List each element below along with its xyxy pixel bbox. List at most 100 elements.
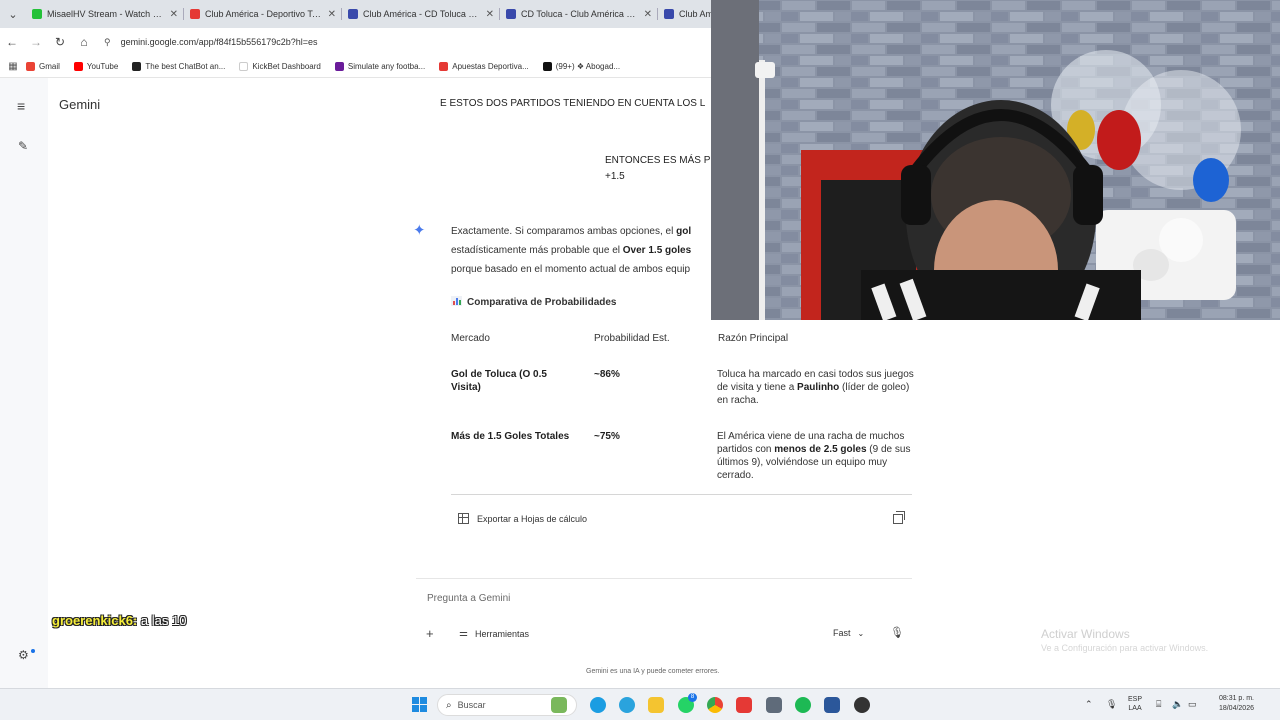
youtube-icon bbox=[73, 62, 83, 71]
webcam-image bbox=[711, 0, 1280, 320]
gemini-side-rail: ≡ ✎ ⚙ bbox=[0, 78, 48, 688]
tab-misaelhv-stream[interactable]: MisaelHV Stream - Watch Live ... ✕ bbox=[26, 0, 184, 28]
screen: ⌄ MisaelHV Stream - Watch Live ... ✕ Clu… bbox=[0, 0, 1280, 720]
file-explorer-icon[interactable] bbox=[648, 697, 664, 713]
spotify-icon[interactable] bbox=[795, 697, 811, 713]
tab-club-america-toluca[interactable]: Club América - Deportivo Tolu... ✕ bbox=[184, 0, 342, 28]
taskbar-clock[interactable]: 08:31 p. m. 18/04/2026 bbox=[1206, 694, 1254, 714]
bookmark-tiktok[interactable]: (99+) ❖ Abogad... bbox=[542, 62, 621, 71]
chrome-icon[interactable] bbox=[707, 697, 723, 713]
stream-chat-message: groerenkick6: a las 10 bbox=[52, 613, 186, 628]
tools-label: Herramientas bbox=[474, 628, 529, 639]
whatsapp-badge: 8 bbox=[688, 693, 697, 702]
calculator-icon[interactable] bbox=[766, 697, 782, 713]
settings-gear-icon[interactable]: ⚙ bbox=[18, 648, 29, 662]
forward-arrow-icon[interactable]: → bbox=[24, 35, 48, 49]
site-favicon-icon bbox=[190, 9, 200, 19]
prompt-input[interactable]: Pregunta a Gemini bbox=[427, 593, 510, 604]
user-prompt-2-line2: +1.5 bbox=[605, 171, 625, 182]
microphone-icon[interactable]: 🎙 bbox=[890, 626, 904, 639]
bookmark-label: (99+) ❖ Abogad... bbox=[555, 62, 621, 71]
gemini-spark-icon: ✦ bbox=[413, 222, 426, 239]
tab-cd-toluca-club-america[interactable]: CD Toluca - Club América en v... ✕ bbox=[500, 0, 658, 28]
table-header-probability: Probabilidad Est. bbox=[594, 333, 670, 344]
tray-volume-icon[interactable]: 🔈 bbox=[1172, 699, 1183, 710]
site-favicon-icon bbox=[348, 9, 358, 19]
bar-chart-icon bbox=[451, 296, 462, 306]
tab-club-america-cd-toluca[interactable]: Club América - CD Toluca en v... ✕ bbox=[342, 0, 500, 28]
url-field[interactable]: gemini.google.com/app/f84f15b556179c2b?h… bbox=[121, 37, 318, 47]
chatbot-icon bbox=[132, 62, 142, 71]
tab-label: Club América - Deportivo Tolu... bbox=[205, 9, 324, 19]
model-mode-selector[interactable]: Fast ⌄ bbox=[833, 628, 864, 638]
gmail-icon bbox=[26, 62, 35, 71]
answer-line: Exactamente. Si comparamos ambas opcione… bbox=[451, 226, 692, 237]
tab-close-icon[interactable]: ✕ bbox=[486, 9, 494, 20]
site-info-icon[interactable]: ⚲ bbox=[104, 37, 111, 48]
comparison-heading: Comparativa de Probabilidades bbox=[451, 296, 617, 308]
user-prompt-2-line1: ENTONCES ES MÁS P bbox=[605, 155, 711, 166]
bookmark-youtube[interactable]: YouTube bbox=[73, 62, 118, 71]
export-to-sheets-button[interactable]: Exportar a Hojas de cálculo bbox=[458, 513, 587, 524]
table-cell-probability: ~86% bbox=[594, 369, 620, 380]
reload-icon[interactable]: ↻ bbox=[48, 35, 72, 49]
apuestas-icon bbox=[439, 62, 449, 71]
new-chat-edit-icon[interactable]: ✎ bbox=[18, 139, 28, 153]
input-language[interactable]: ESP LAA bbox=[1128, 695, 1142, 713]
bookmark-apuestas[interactable]: Apuestas Deportiva... bbox=[439, 62, 529, 71]
widgets-icon[interactable] bbox=[551, 697, 567, 713]
table-divider bbox=[451, 494, 912, 495]
activation-watermark-subtitle: Ve a Configuración para activar Windows. bbox=[1041, 643, 1209, 653]
tab-close-icon[interactable]: ✕ bbox=[170, 9, 178, 20]
tools-button[interactable]: ⚌ Herramientas bbox=[459, 628, 529, 639]
activation-watermark-title: Activar Windows bbox=[1041, 627, 1130, 641]
back-arrow-icon[interactable]: ← bbox=[0, 35, 24, 49]
tray-network-icon[interactable]: ⌸ bbox=[1156, 699, 1161, 710]
table-cell-market: Gol de Toluca (O 0.5 Visita) bbox=[451, 369, 547, 393]
table-header-market: Mercado bbox=[451, 333, 490, 344]
bookmark-gmail[interactable]: Gmail bbox=[26, 62, 60, 71]
tab-search-chevron-icon[interactable]: ⌄ bbox=[0, 8, 26, 21]
site-favicon-icon bbox=[506, 9, 516, 19]
disclaimer-text: Gemini es una IA y puede cometer errores… bbox=[586, 668, 720, 675]
windows-taskbar: ⌕ Buscar 8 ⌃ 🎙 ESP LAA ⌸ 🔈 ▭ 08:31 p. m. 18… bbox=[0, 688, 1280, 720]
user-prompt-1: E ESTOS DOS PARTIDOS TENIENDO EN CUENTA … bbox=[440, 98, 706, 109]
bookmark-label: The best ChatBot an... bbox=[145, 62, 226, 71]
add-attachment-plus-icon[interactable]: + bbox=[426, 626, 434, 641]
gemini-logo-text: Gemini bbox=[59, 97, 101, 112]
obs-icon[interactable] bbox=[854, 697, 870, 713]
sheets-icon bbox=[458, 513, 469, 524]
chevron-down-icon: ⌄ bbox=[857, 629, 865, 638]
text-app-icon[interactable] bbox=[736, 697, 752, 713]
tab-close-icon[interactable]: ✕ bbox=[644, 9, 652, 20]
bookmark-simulate-football[interactable]: Simulate any footba... bbox=[334, 62, 425, 71]
tray-chevron-up-icon[interactable]: ⌃ bbox=[1085, 699, 1093, 710]
copy-icon[interactable] bbox=[893, 511, 905, 524]
menu-hamburger-icon[interactable]: ≡ bbox=[17, 98, 25, 114]
table-cell-reason: El América viene de una racha de muchos … bbox=[717, 431, 911, 481]
apps-grid-icon[interactable]: ▦ bbox=[0, 61, 26, 72]
telegram-icon[interactable] bbox=[619, 697, 635, 713]
home-icon[interactable]: ⌂ bbox=[72, 35, 96, 49]
answer-line: porque basado en el momento actual de am… bbox=[451, 264, 691, 275]
word-icon[interactable] bbox=[824, 697, 840, 713]
tab-label: CD Toluca - Club América en v... bbox=[521, 9, 640, 19]
bookmark-label: KickBet Dashboard bbox=[252, 62, 321, 71]
search-placeholder: Buscar bbox=[457, 700, 486, 710]
edge-browser-icon[interactable] bbox=[590, 697, 606, 713]
bookmark-kickbet[interactable]: KickBet Dashboard bbox=[239, 62, 321, 71]
export-label: Exportar a Hojas de cálculo bbox=[477, 513, 588, 524]
tab-close-icon[interactable]: ✕ bbox=[328, 9, 336, 20]
tray-microphone-icon[interactable]: 🎙 bbox=[1106, 699, 1117, 710]
bookmark-label: Gmail bbox=[39, 62, 60, 71]
bookmark-chatbot[interactable]: The best ChatBot an... bbox=[132, 62, 225, 71]
table-cell-probability: ~75% bbox=[594, 431, 620, 442]
site-favicon-icon bbox=[664, 9, 674, 19]
kick-favicon-icon bbox=[32, 9, 42, 19]
tray-battery-icon[interactable]: ▭ bbox=[1188, 699, 1197, 710]
windows-start-icon[interactable] bbox=[412, 697, 427, 712]
simulator-icon bbox=[334, 62, 344, 71]
chat-text: a las 10 bbox=[140, 613, 187, 628]
tiktok-icon bbox=[542, 62, 552, 71]
tab-label: MisaelHV Stream - Watch Live ... bbox=[47, 9, 166, 19]
